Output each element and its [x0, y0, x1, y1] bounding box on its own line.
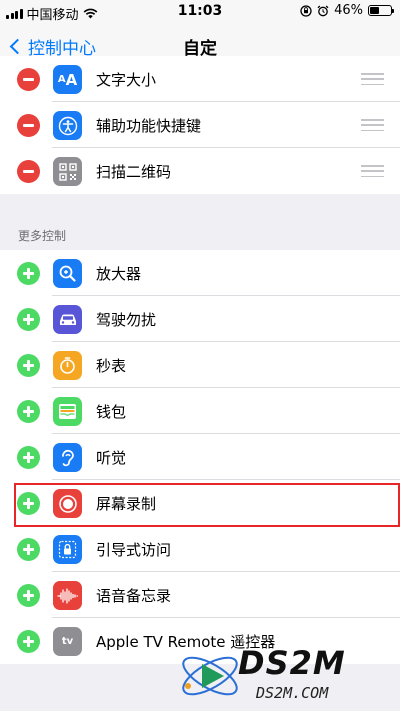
- add-button[interactable]: [17, 446, 40, 469]
- battery-icon: [368, 5, 394, 16]
- more-controls-group: 放大器 驾驶勿扰 秒表 钱包 听觉 屏幕录制 引导式访问 语音备忘录 tv Ap…: [0, 250, 400, 664]
- watermark-domain: DS2M.COM: [256, 684, 329, 702]
- row-label: 辅助功能快捷键: [96, 117, 202, 135]
- status-bar: 中国移动 11:03 46%: [0, 0, 400, 23]
- add-button[interactable]: [17, 308, 40, 331]
- more-row-guided-access: 引导式访问: [0, 526, 400, 572]
- included-row-qr-code: 扫描二维码: [0, 148, 400, 194]
- more-row-hearing: 听觉: [0, 434, 400, 480]
- lock-icon: [53, 535, 82, 564]
- section-header-more-controls: 更多控制: [18, 229, 67, 243]
- more-row-stopwatch: 秒表: [0, 342, 400, 388]
- battery-fill: [370, 7, 380, 14]
- battery-percent: 46%: [334, 3, 363, 18]
- more-row-screen-recording: 屏幕录制: [0, 480, 400, 526]
- remove-button[interactable]: [17, 160, 40, 183]
- row-label: 驾驶勿扰: [96, 311, 157, 329]
- watermark: DS2M DS2M.COM: [176, 640, 400, 711]
- rotation-lock-icon: [300, 4, 312, 17]
- included-row-accessibility: 辅助功能快捷键: [0, 102, 400, 148]
- included-controls-group: AA 文字大小 辅助功能快捷键 扫描二维码: [0, 56, 400, 194]
- stopwatch-icon: [53, 351, 82, 380]
- screen-record-icon: [53, 489, 82, 518]
- add-button[interactable]: [17, 538, 40, 561]
- magnifier-icon: [53, 259, 82, 288]
- reorder-handle-icon[interactable]: [361, 119, 384, 131]
- status-right: 46%: [300, 3, 394, 18]
- more-row-driving: 驾驶勿扰: [0, 296, 400, 342]
- add-button[interactable]: [17, 584, 40, 607]
- alarm-icon: [317, 5, 329, 16]
- add-button[interactable]: [17, 400, 40, 423]
- voice-memo-icon: [53, 581, 82, 610]
- more-row-voice-memos: 语音备忘录: [0, 572, 400, 618]
- row-label: 引导式访问: [96, 541, 172, 559]
- text-size-icon: AA: [53, 65, 82, 94]
- row-label: 听觉: [96, 449, 127, 467]
- qr-code-icon: [53, 157, 82, 186]
- add-button[interactable]: [17, 354, 40, 377]
- row-label: 钱包: [96, 403, 127, 421]
- add-button[interactable]: [17, 492, 40, 515]
- row-label: 语音备忘录: [96, 587, 172, 605]
- add-button[interactable]: [17, 262, 40, 285]
- remove-button[interactable]: [17, 114, 40, 137]
- row-label: 秒表: [96, 357, 127, 375]
- reorder-handle-icon[interactable]: [361, 73, 384, 85]
- ear-icon: [53, 443, 82, 472]
- apple-tv-icon: tv: [53, 627, 82, 656]
- remove-button[interactable]: [17, 68, 40, 91]
- row-label: 屏幕录制: [96, 495, 157, 513]
- wallet-icon: [53, 397, 82, 426]
- row-label: 扫描二维码: [96, 163, 172, 181]
- watermark-emblem-icon: [182, 656, 238, 696]
- reorder-handle-icon[interactable]: [361, 165, 384, 177]
- more-row-wallet: 钱包: [0, 388, 400, 434]
- included-row-text-size: AA 文字大小: [0, 56, 400, 102]
- row-label: 放大器: [96, 265, 142, 283]
- watermark-logo: DS2M: [238, 644, 346, 682]
- accessibility-icon: [53, 111, 82, 140]
- row-label: 文字大小: [96, 71, 157, 89]
- more-row-magnifier: 放大器: [0, 250, 400, 296]
- add-button[interactable]: [17, 630, 40, 653]
- car-icon: [53, 305, 82, 334]
